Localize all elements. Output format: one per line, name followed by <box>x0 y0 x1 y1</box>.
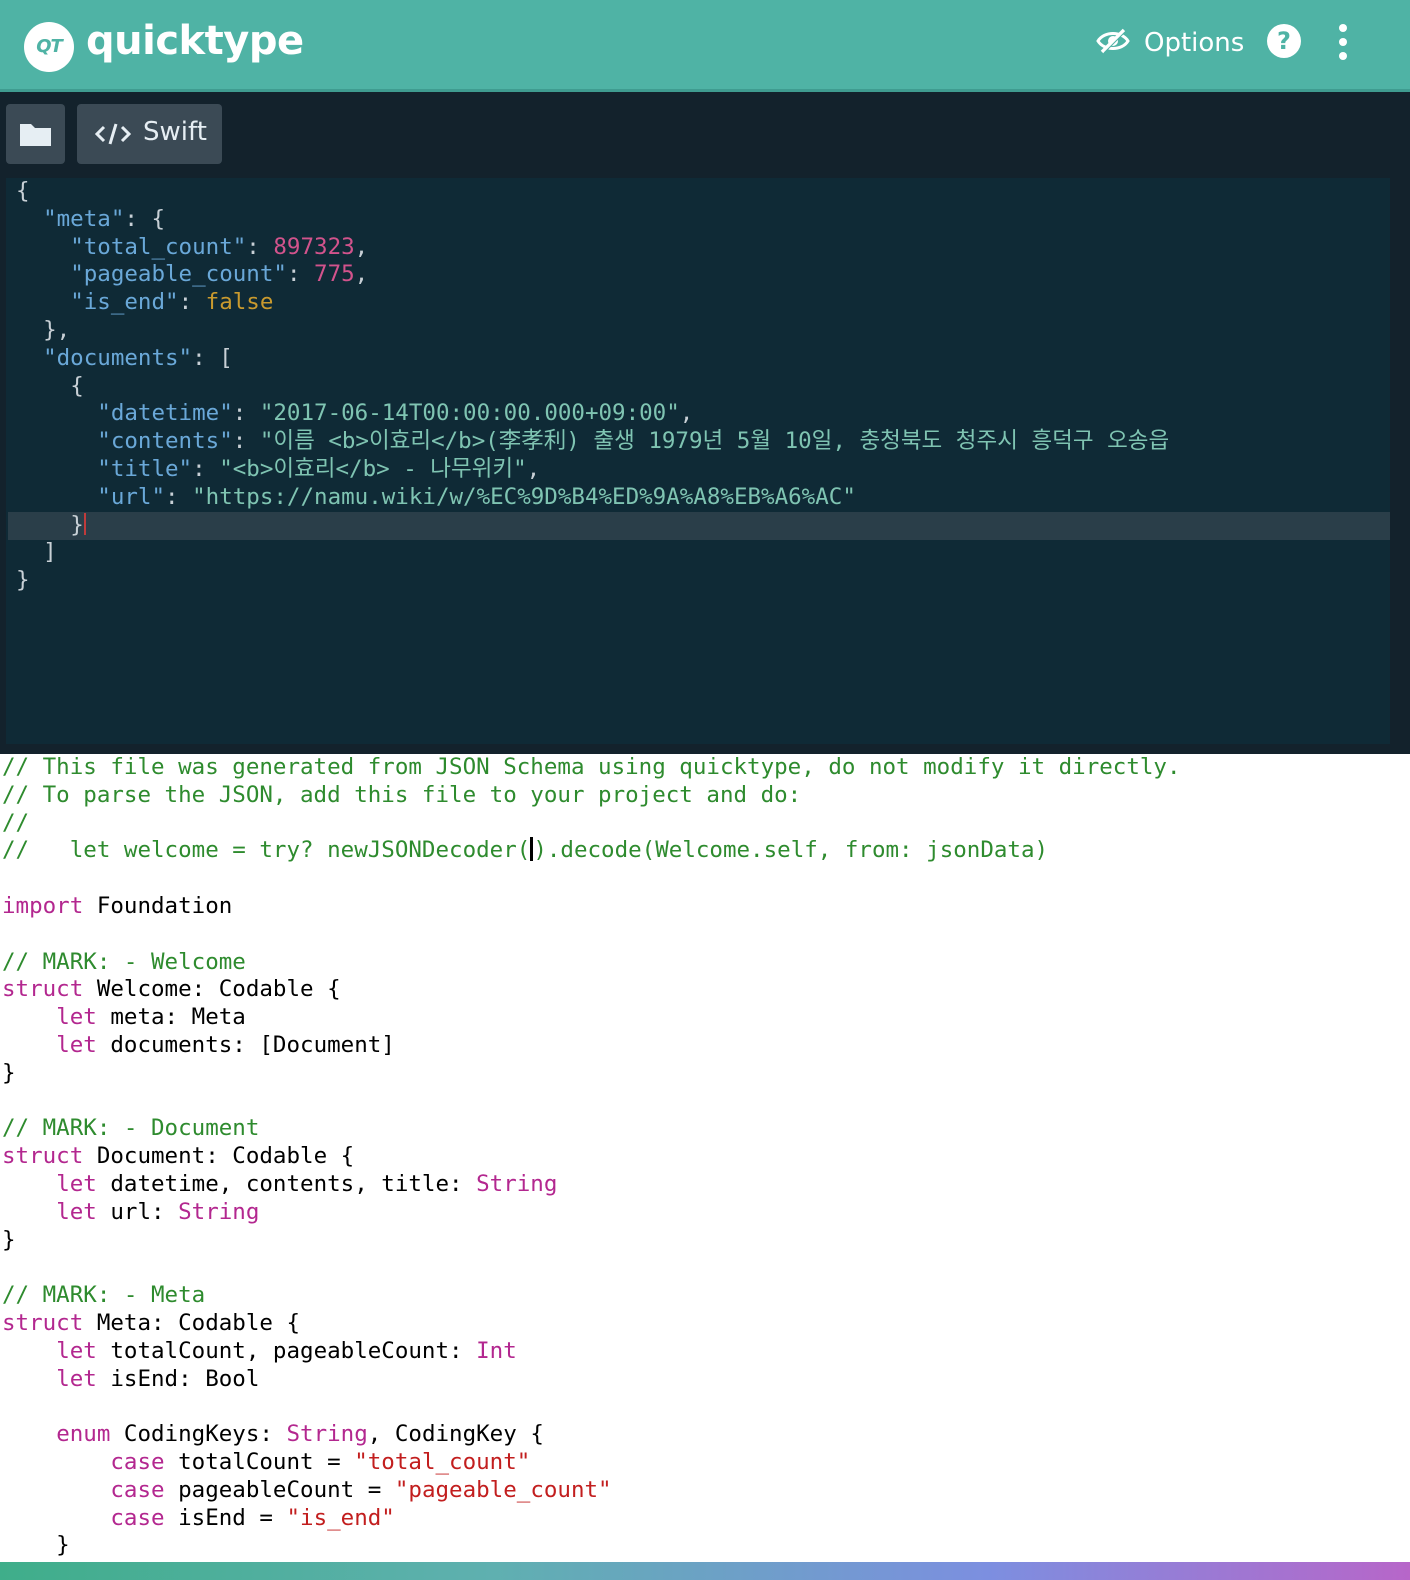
folder-icon <box>6 124 65 168</box>
eye-off-icon <box>1096 27 1130 59</box>
logo-text: QT <box>36 36 63 57</box>
quicktype-logo-icon: QT <box>24 22 74 72</box>
code-icon <box>94 122 132 150</box>
options-label: Options <box>1144 28 1245 58</box>
swift-output-editor[interactable]: // This file was generated from JSON Sch… <box>0 754 1410 1562</box>
options-button[interactable]: Options <box>1096 22 1244 64</box>
bottom-gradient-bar <box>0 1562 1410 1580</box>
json-code: { "meta": { "total_count": 897323, "page… <box>16 178 1170 594</box>
json-input-editor[interactable]: { "meta": { "total_count": 897323, "page… <box>6 178 1390 744</box>
help-button[interactable]: ? <box>1267 24 1301 58</box>
text-cursor <box>83 512 86 535</box>
more-menu-icon[interactable] <box>1330 22 1356 62</box>
language-select-button[interactable]: Swift <box>77 104 222 164</box>
input-panel: Swift { "meta": { "total_count": 897323,… <box>0 92 1410 754</box>
language-label: Swift <box>143 117 207 147</box>
swift-code: // This file was generated from JSON Sch… <box>2 754 1181 1559</box>
brand-title: quicktype <box>86 18 304 64</box>
top-bar: QT quicktype Options ? <box>0 0 1410 92</box>
open-file-button[interactable] <box>6 104 65 164</box>
